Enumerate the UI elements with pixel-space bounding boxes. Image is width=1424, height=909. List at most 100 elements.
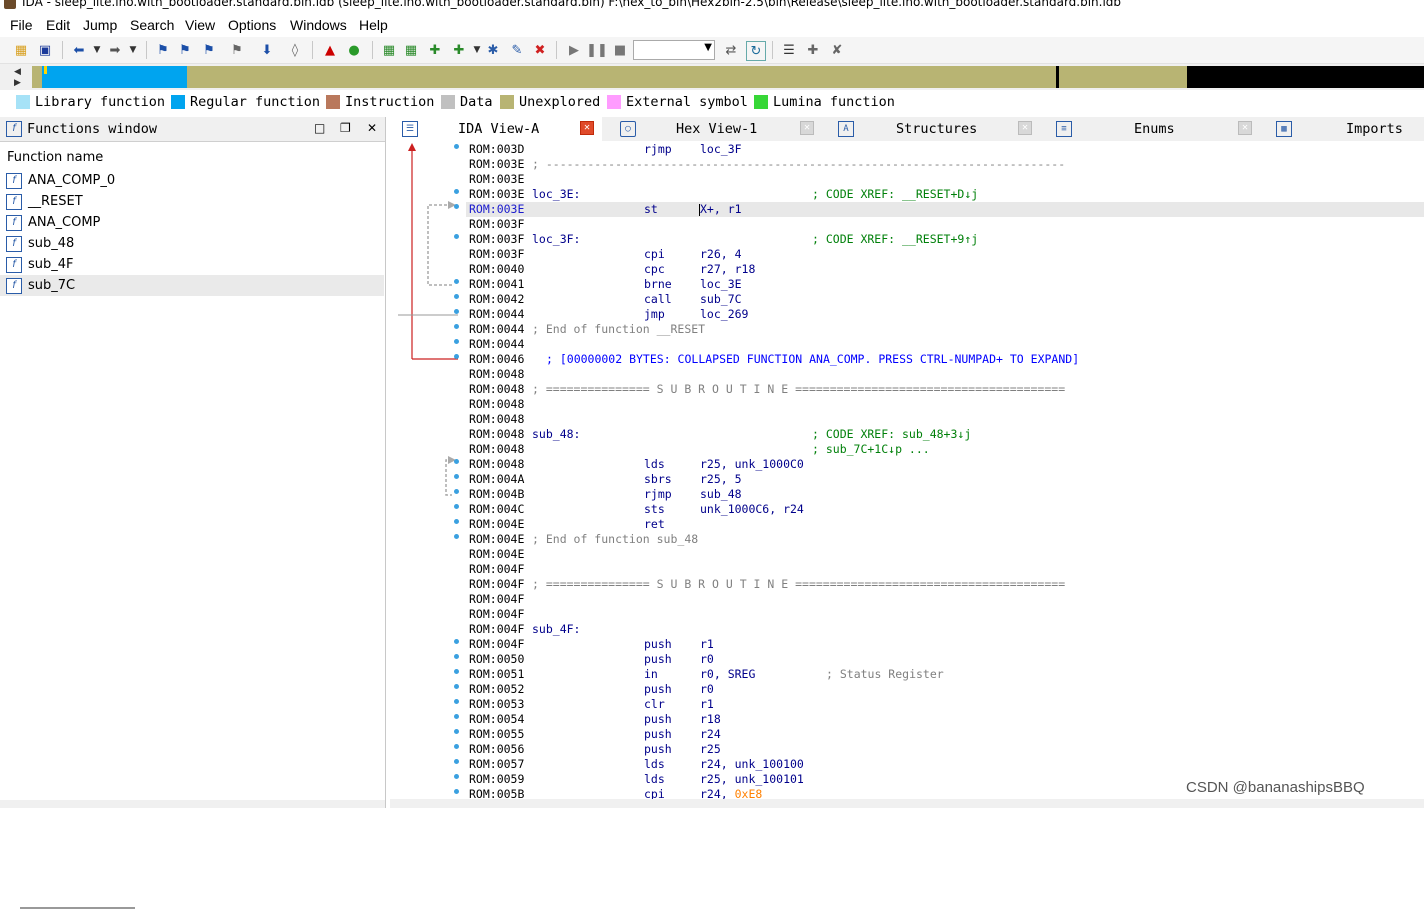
disassembly-line[interactable]: ROM:0042 call sub_7C <box>466 292 1424 307</box>
disassembly-line[interactable]: ROM:0056 push r25 <box>466 742 1424 757</box>
disassembly-line[interactable]: ROM:0053 clr r1 <box>466 697 1424 712</box>
disassembly-line[interactable]: ROM:004F sub_4F: <box>466 622 1424 637</box>
breakpoint-icon[interactable]: ✚ <box>804 41 822 59</box>
refresh-icon[interactable]: ↻ <box>746 41 766 61</box>
menu-view[interactable]: View <box>185 17 215 33</box>
graph-icon[interactable]: ◊ <box>286 41 304 59</box>
stop-icon[interactable]: ■ <box>611 41 629 59</box>
navigation-bar[interactable] <box>32 66 1424 88</box>
breakpoint-dot[interactable] <box>454 759 459 764</box>
disassembly-line[interactable]: ROM:004A sbrs r25, 5 <box>466 472 1424 487</box>
menu-edit[interactable]: Edit <box>46 17 70 33</box>
remove-breakpoint-icon[interactable]: ✘ <box>828 41 846 59</box>
breakpoint-dot[interactable] <box>454 309 459 314</box>
function-list-item[interactable]: f sub_4F <box>0 254 384 275</box>
function-name-column-header[interactable]: Function name <box>0 145 384 167</box>
disassembly-line[interactable]: ROM:0044 <box>466 337 1424 352</box>
disassembly-line[interactable]: ROM:003F <box>466 217 1424 232</box>
breakpoint-dot[interactable] <box>454 144 459 149</box>
search-binary-icon[interactable]: ⚑ <box>176 41 194 59</box>
disassembly-line[interactable]: ROM:0048 lds r25, unk_1000C0 <box>466 457 1424 472</box>
disassembly-line[interactable]: ROM:004F push r1 <box>466 637 1424 652</box>
structure-icon[interactable]: ✱ <box>484 41 502 59</box>
attach-process-icon[interactable]: ⇄ <box>722 41 740 59</box>
function-list-item[interactable]: f __RESET <box>0 191 384 212</box>
disassembly-line[interactable]: ROM:0048 ; =============== S U B R O U T … <box>466 382 1424 397</box>
disassembly-line[interactable]: ROM:0054 push r18 <box>466 712 1424 727</box>
disassembly-line[interactable]: ROM:003E ; ------------------------------… <box>466 157 1424 172</box>
tab-imports[interactable]: ▦ Imports <box>1270 117 1424 141</box>
tab-hex-view[interactable]: ◯ Hex View-1 ✕ <box>612 117 822 141</box>
close-tab-icon[interactable]: ✕ <box>1018 121 1032 135</box>
disassembly-line[interactable]: ROM:004E ret <box>466 517 1424 532</box>
breakpoint-dot[interactable] <box>454 789 459 794</box>
breakpoint-dot[interactable] <box>454 474 459 479</box>
breakpoint-dot[interactable] <box>454 354 459 359</box>
warning-triangle-icon[interactable]: ▲ <box>321 41 339 59</box>
breakpoint-dot[interactable] <box>454 669 459 674</box>
disassembly-line[interactable]: ROM:003E <box>466 172 1424 187</box>
disassembly-line[interactable]: ROM:0040 cpc r27, r18 <box>466 262 1424 277</box>
breakpoint-dot[interactable] <box>454 294 459 299</box>
disassembly-line[interactable]: ROM:0044 ; End of function __RESET <box>466 322 1424 337</box>
close-tab-icon[interactable]: ✕ <box>1238 121 1252 135</box>
make-data-icon[interactable]: ▦ <box>402 41 420 59</box>
search-next-icon[interactable]: ⚑ <box>228 41 246 59</box>
disassembly-line[interactable]: ROM:004E ; End of function sub_48 <box>466 532 1424 547</box>
menu-file[interactable]: File <box>10 17 33 33</box>
disassembly-line[interactable]: ROM:0048 sub_48: ; CODE XREF: sub_48+3↓j <box>466 427 1424 442</box>
tab-enums[interactable]: ≡ Enums ✕ <box>1050 117 1260 141</box>
breakpoint-dot[interactable] <box>454 699 459 704</box>
breakpoint-dot[interactable] <box>454 714 459 719</box>
disassembly-line[interactable]: ROM:003D rjmp loc_3F <box>466 142 1424 157</box>
menu-jump[interactable]: Jump <box>83 17 117 33</box>
breakpoint-dot[interactable] <box>454 639 459 644</box>
close-tab-icon[interactable]: ✕ <box>800 121 814 135</box>
back-arrow-icon[interactable]: ⬅ <box>70 41 88 59</box>
disassembly-line[interactable]: ROM:003F cpi r26, 4 <box>466 247 1424 262</box>
breakpoint-dot[interactable] <box>454 654 459 659</box>
disassembly-line[interactable]: ROM:0044 jmp loc_269 <box>466 307 1424 322</box>
breakpoint-dot[interactable] <box>454 279 459 284</box>
disassembly-line[interactable]: ROM:004F <box>466 562 1424 577</box>
debugger-select[interactable]: ▼ <box>633 40 715 60</box>
make-code-icon[interactable]: ▦ <box>380 41 398 59</box>
close-tab-icon[interactable]: ✕ <box>580 121 594 135</box>
breakpoint-dot[interactable] <box>454 324 459 329</box>
breakpoint-dot[interactable] <box>454 534 459 539</box>
disassembly-line[interactable]: ROM:0050 push r0 <box>466 652 1424 667</box>
disassembly-line[interactable]: ROM:004F ; =============== S U B R O U T … <box>466 577 1424 592</box>
green-circle-icon[interactable]: ● <box>345 41 363 59</box>
menu-windows[interactable]: Windows <box>290 17 347 33</box>
search-text-icon[interactable]: ⚑ <box>154 41 172 59</box>
function-list-item[interactable]: f ANA_COMP <box>0 212 384 233</box>
disassembly-line[interactable]: ROM:0048 <box>466 397 1424 412</box>
rename-icon[interactable]: ✎ <box>508 41 526 59</box>
pause-icon[interactable]: ❚❚ <box>586 41 608 59</box>
disassembly-line[interactable]: ROM:003E st X+, r1 <box>466 202 1424 217</box>
list-icon[interactable]: ☰ <box>780 41 798 59</box>
open-folder-icon[interactable]: ▦ <box>12 41 30 59</box>
back-dropdown-icon[interactable]: ▼ <box>88 41 106 59</box>
breakpoint-dot[interactable] <box>454 774 459 779</box>
disassembly-line[interactable]: ROM:003E loc_3E: ; CODE XREF: __RESET+D↓j <box>466 187 1424 202</box>
function-list-item[interactable]: f ANA_COMP_0 <box>0 170 384 191</box>
breakpoint-dot[interactable] <box>454 684 459 689</box>
tab-structures[interactable]: A Structures ✕ <box>832 117 1038 141</box>
search-immediate-icon[interactable]: ⚑ <box>200 41 218 59</box>
disassembly-line[interactable]: ROM:004E <box>466 547 1424 562</box>
disassembly-line[interactable]: ROM:004F <box>466 592 1424 607</box>
disassembly-line[interactable]: ROM:0057 lds r24, unk_100100 <box>466 757 1424 772</box>
minimize-icon[interactable]: □ <box>314 121 325 135</box>
restore-icon[interactable]: ❐ <box>340 121 351 135</box>
make-array-icon[interactable]: ✚ <box>450 41 468 59</box>
disassembly-line[interactable]: ROM:004C sts unk_1000C6, r24 <box>466 502 1424 517</box>
save-icon[interactable]: ▣ <box>36 41 54 59</box>
disassembly-line[interactable]: ROM:0048 <box>466 412 1424 427</box>
disassembly-line[interactable]: ROM:0055 push r24 <box>466 727 1424 742</box>
play-icon[interactable]: ▶ <box>565 41 583 59</box>
disassembly-line[interactable]: ROM:004B rjmp sub_48 <box>466 487 1424 502</box>
disassembly-line[interactable]: ROM:003F loc_3F: ; CODE XREF: __RESET+9↑j <box>466 232 1424 247</box>
breakpoint-dot[interactable] <box>454 234 459 239</box>
menu-help[interactable]: Help <box>359 17 388 33</box>
